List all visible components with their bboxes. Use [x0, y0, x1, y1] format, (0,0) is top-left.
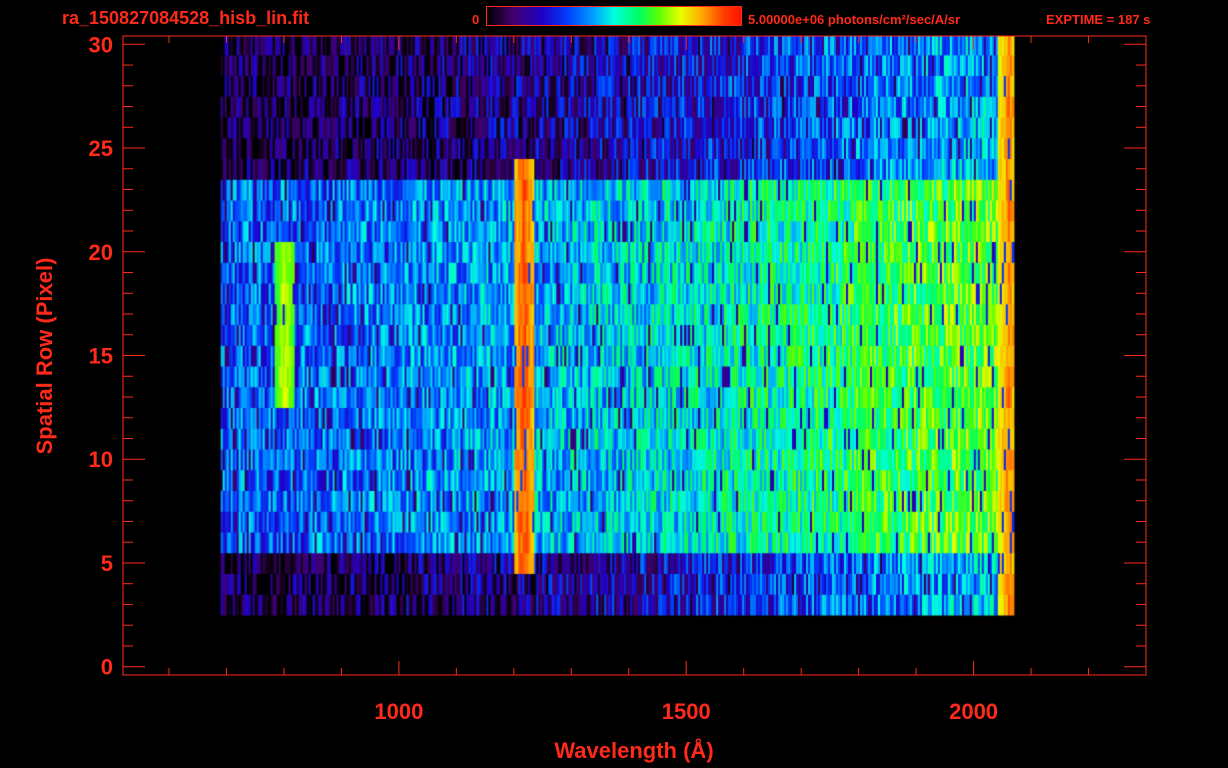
figure: ra_150827084528_hisb_lin.fit 0 5.00000e+… [0, 0, 1228, 768]
x-tick-label: 1000 [374, 699, 423, 724]
spectrogram-chart: 1000 1500 2000051015202530 Wavelength (Å) … [32, 32, 1147, 763]
y-tick-label: 0 [101, 655, 113, 680]
y-tick-label: 5 [101, 551, 113, 576]
heatmap-raster [123, 36, 1146, 675]
x-tick-label: 1500 [662, 699, 711, 724]
y-tick-label: 10 [89, 447, 113, 472]
y-axis-label: Spatial Row (Pixel) [32, 258, 57, 455]
y-tick-label: 30 [89, 32, 113, 57]
y-tick-label: 25 [89, 136, 113, 161]
x-axis-label: Wavelength (Å) [554, 737, 713, 763]
y-tick-label: 20 [89, 240, 113, 265]
y-tick-label: 15 [89, 344, 113, 369]
heatmap-image [123, 36, 1146, 675]
x-tick-label: 2000 [949, 699, 998, 724]
